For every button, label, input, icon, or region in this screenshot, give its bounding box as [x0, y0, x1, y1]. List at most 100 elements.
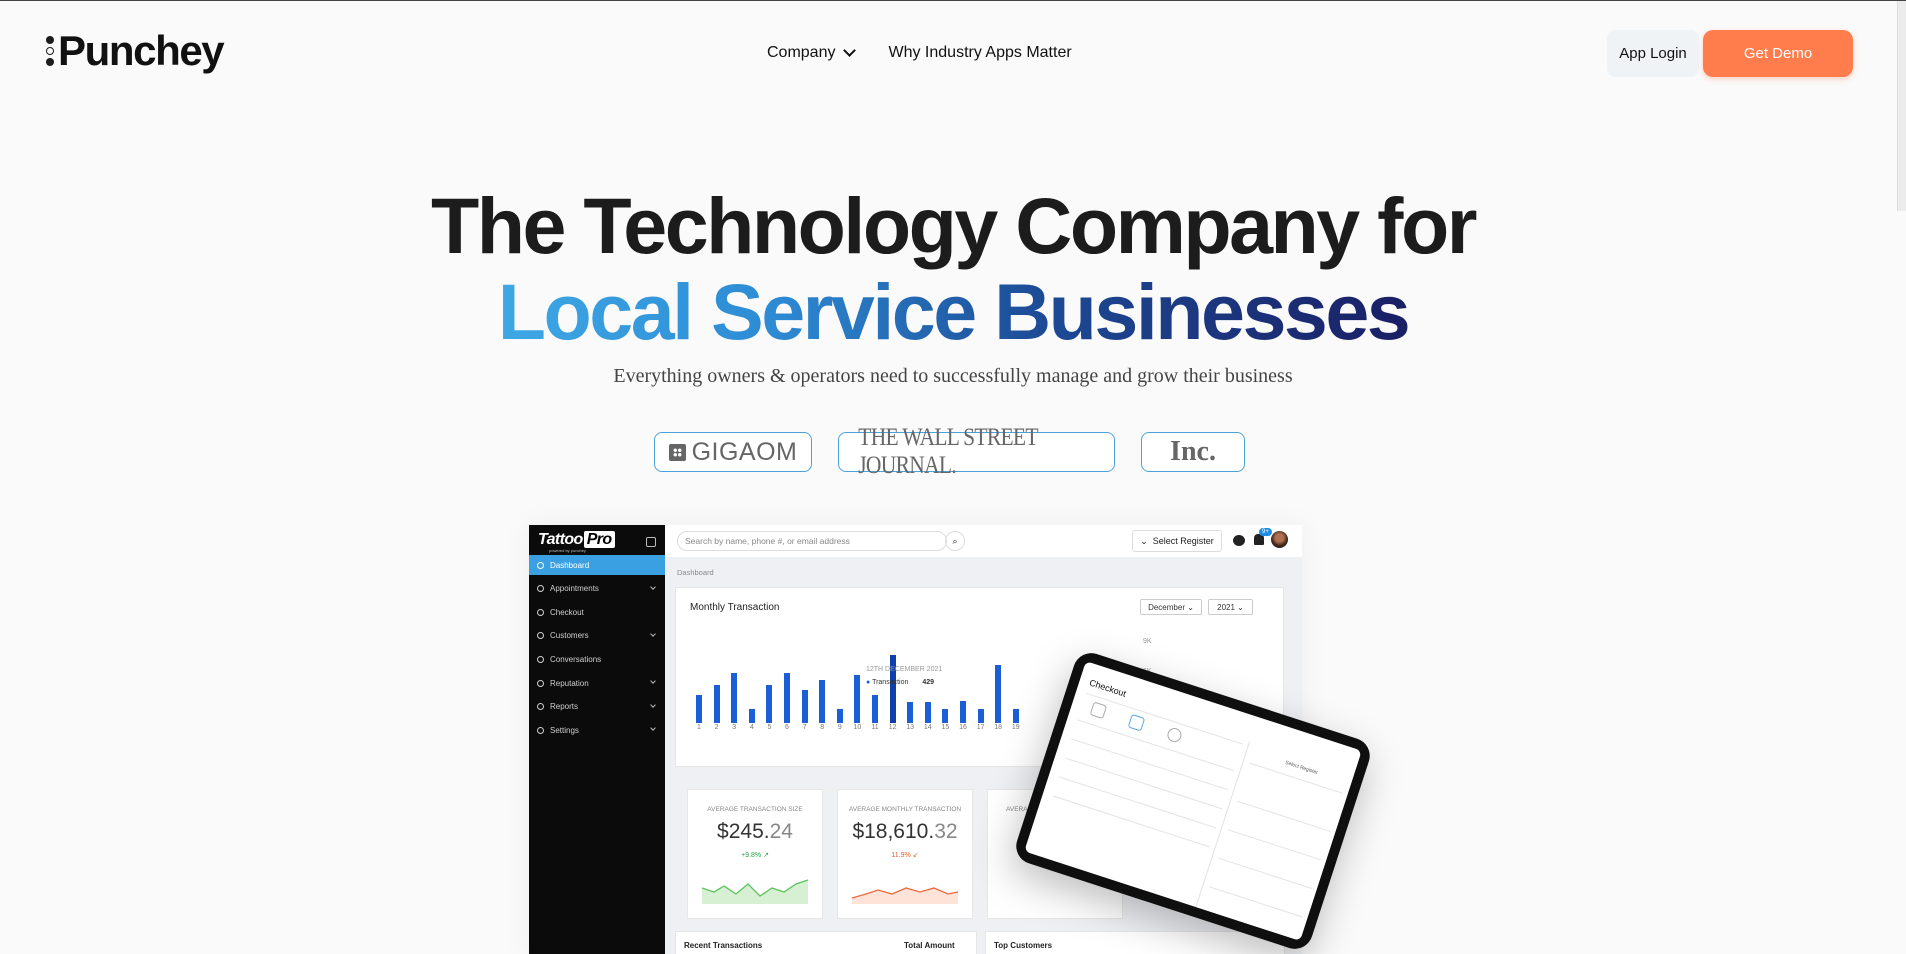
- chart-tooltip: 12TH DECEMBER 2021 ● Transaction 429: [866, 666, 946, 706]
- sidebar-item-label: Reports: [550, 702, 579, 712]
- chart-bar[interactable]: [784, 673, 790, 723]
- search-icon[interactable]: ⌕: [945, 531, 965, 551]
- nav-company-dropdown[interactable]: Company: [767, 44, 857, 62]
- stat-change: +9.8% ↗: [741, 852, 769, 859]
- chart-bar[interactable]: [995, 665, 1002, 723]
- chart-bar[interactable]: [854, 675, 861, 723]
- inc-text: Inc.: [1170, 436, 1216, 467]
- x-tick-label: 9: [837, 724, 842, 731]
- calendar-icon: [537, 585, 544, 593]
- stat-value: $18,610.32: [852, 820, 958, 843]
- chart-bar[interactable]: [713, 684, 720, 723]
- sparkline: [702, 879, 809, 904]
- get-demo-button[interactable]: Get Demo: [1703, 30, 1853, 77]
- arrow-down-icon: ↙: [912, 852, 919, 859]
- sidebar-item-reports[interactable]: Reports: [529, 697, 665, 717]
- sidebar-item-appointments[interactable]: Appointments: [529, 579, 665, 599]
- sidebar-item-dashboard[interactable]: Dashboard: [529, 555, 665, 575]
- chart-bar[interactable]: [766, 684, 773, 723]
- nav-why-industry-apps[interactable]: Why Industry Apps Matter: [888, 44, 1071, 62]
- hero-gradient-text: Local Service Businesses: [497, 267, 1411, 356]
- sidebar-item-checkout[interactable]: Checkout: [529, 602, 665, 622]
- month-select[interactable]: December ⌄: [1140, 599, 1202, 615]
- stat-value: $245.24: [717, 820, 793, 843]
- x-tick-label: 11: [871, 724, 879, 731]
- sidebar-item-conversations[interactable]: Conversations: [529, 649, 665, 669]
- stat-change: 11.9% ↙: [891, 852, 919, 859]
- page-scrollbar[interactable]: [1897, 1, 1906, 211]
- recent-transactions-card: Recent Transactions Total Amount: [675, 931, 977, 954]
- sidebar-item-reputation[interactable]: Reputation: [529, 673, 665, 693]
- x-tick-label: 12: [888, 724, 897, 731]
- x-tick-label: 1: [697, 724, 701, 731]
- x-tick-label: 14: [923, 724, 932, 731]
- monthly-title: Monthly Transaction: [690, 602, 780, 613]
- dashboard-topbar: Search by name, phone #, or email addres…: [665, 525, 1302, 557]
- tattoopro-sub: powered by punchey: [549, 548, 586, 553]
- dashboard-sidebar: Tattoo Pro powered by punchey Dashboard Ap…: [529, 525, 665, 954]
- total-amount-header: Total Amount: [904, 941, 955, 950]
- star-icon: [537, 679, 544, 687]
- avatar[interactable]: [1271, 531, 1288, 548]
- chart-bar[interactable]: [836, 708, 843, 723]
- sparkline: [852, 887, 959, 904]
- punchey-logo[interactable]: Punchey: [46, 27, 225, 75]
- stat-card: AVERAGE TRANSACTION SIZE $245.24 +9.8% ↗: [687, 789, 823, 919]
- chart-bar[interactable]: [960, 700, 966, 723]
- press-logo-gigaom[interactable]: GIGAOM: [654, 432, 812, 472]
- press-logo-wsj[interactable]: THE WALL STREET JOURNAL.: [838, 424, 1115, 479]
- gigaom-text: GIGAOM: [691, 437, 798, 466]
- top-customers-title: Top Customers: [994, 941, 1053, 950]
- users-icon: [537, 632, 544, 640]
- sidebar-item-settings[interactable]: Settings: [529, 720, 665, 740]
- chart-bar[interactable]: [977, 708, 984, 723]
- sidebar-item-label: Reputation: [550, 678, 589, 688]
- logo-dots-icon: [46, 36, 54, 66]
- gear-icon: [537, 726, 544, 734]
- stat-card: AVERAGE MONTHLY TRANSACTION $18,610.32 1…: [837, 789, 973, 919]
- chart-bar[interactable]: [731, 673, 738, 723]
- brand-name: Punchey: [58, 27, 225, 74]
- chevron-down-icon: [650, 583, 656, 590]
- chat-icon[interactable]: [1233, 535, 1245, 546]
- chevron-down-icon: [650, 630, 656, 637]
- register-label: Select Register: [1152, 536, 1214, 546]
- chat-icon: [537, 655, 544, 663]
- notification-badge: 9+: [1259, 528, 1272, 536]
- x-tick-label: 15: [941, 724, 950, 731]
- tooltip-date: 12TH DECEMBER 2021: [866, 666, 943, 673]
- stat-label: AVERAGE MONTHLY TRANSACTION: [848, 806, 962, 813]
- breadcrumb: Dashboard: [677, 568, 714, 577]
- sidebar-item-customers[interactable]: Customers: [529, 626, 665, 646]
- dashboard-search-input[interactable]: Search by name, phone #, or email addres…: [677, 531, 947, 551]
- y-tick: 9K: [1143, 638, 1152, 645]
- chart-icon: [537, 703, 544, 711]
- chart-bar[interactable]: [696, 694, 702, 723]
- press-logo-inc[interactable]: Inc.: [1141, 432, 1245, 472]
- tooltip-label: Transaction: [872, 679, 909, 686]
- recent-transactions-title: Recent Transactions: [684, 941, 763, 950]
- x-tick-label: 4: [749, 724, 754, 731]
- chevron-down-icon: [843, 44, 857, 57]
- x-tick-label: 2: [714, 724, 719, 731]
- chart-bar[interactable]: [1012, 708, 1019, 723]
- x-tick-label: 3: [732, 724, 737, 731]
- x-tick-label: 8: [820, 724, 825, 731]
- chart-bar[interactable]: [801, 690, 808, 723]
- year-select[interactable]: 2021 ⌄: [1208, 599, 1253, 615]
- chart-bar[interactable]: [748, 708, 755, 723]
- tooltip-value: 429: [922, 679, 935, 686]
- x-tick-label: 17: [976, 724, 985, 731]
- chart-bar[interactable]: [942, 708, 949, 723]
- nav-links: Company Why Industry Apps Matter: [767, 44, 1072, 62]
- sidebar-item-label: Appointments: [550, 584, 599, 594]
- chart-bar[interactable]: [819, 680, 826, 723]
- hero-headline-line1: The Technology Company for: [431, 181, 1477, 270]
- logout-icon[interactable]: [646, 537, 656, 547]
- select-register-dropdown[interactable]: ⌄ Select Register: [1132, 530, 1222, 552]
- app-login-button[interactable]: App Login: [1607, 30, 1699, 77]
- top-customers-card: Top Customers: [985, 931, 1285, 954]
- chevron-down-icon: [650, 701, 656, 708]
- stat-label: AVERAGE TRANSACTION SIZE: [707, 806, 803, 813]
- sidebar-item-label: Dashboard: [550, 560, 590, 570]
